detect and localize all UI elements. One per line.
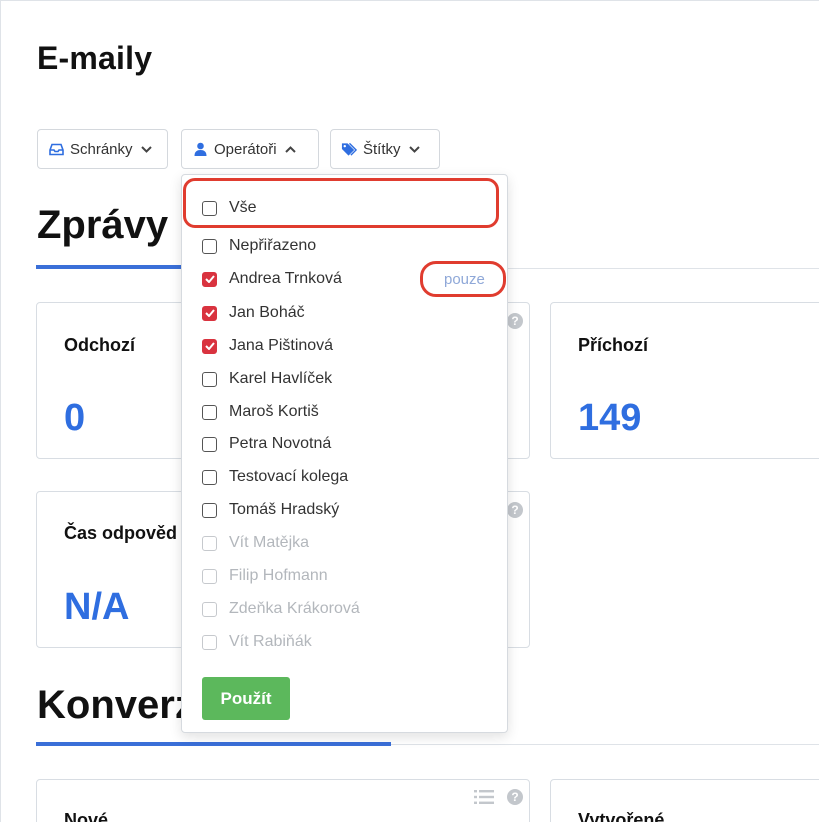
dropdown-item-label: Vít Rabiňák (229, 633, 312, 650)
card-label: Odchozí (64, 335, 135, 355)
chevron-down-icon (141, 143, 153, 155)
card-label: Vytvořené (578, 810, 665, 822)
operators-filter-button[interactable]: Operátoři (181, 129, 319, 169)
checkbox[interactable] (202, 238, 217, 254)
checkbox[interactable] (202, 469, 217, 485)
dropdown-item-disabled[interactable]: Vít Rabiňák (202, 630, 312, 654)
dropdown-item-label: Vít Matějka (229, 534, 310, 551)
section-divider (508, 268, 819, 269)
chevron-up-icon (285, 143, 297, 155)
card-new: Nové ? (36, 779, 530, 822)
dropdown-item-label: Vše (229, 199, 257, 216)
checkbox[interactable] (202, 305, 217, 321)
dropdown-item[interactable]: Jana Pištinová (202, 334, 333, 358)
checkbox[interactable] (202, 271, 217, 287)
dropdown-item-label: Zdeňka Krákorová (229, 600, 360, 617)
card-label: Nové (64, 810, 109, 822)
help-icon[interactable]: ? (507, 502, 523, 518)
checkbox[interactable] (202, 535, 217, 551)
dropdown-item-label: Karel Havlíček (229, 370, 333, 387)
dropdown-item-label: Jana Pištinová (229, 337, 334, 354)
only-this-link[interactable]: pouze (444, 271, 485, 288)
dropdown-item-disabled[interactable]: Vít Matějka (202, 531, 309, 555)
dropdown-item-label: Tomáš Hradský (229, 501, 340, 518)
dropdown-item-all[interactable]: Vše (202, 196, 257, 220)
card-label: Příchozí (578, 335, 649, 355)
tags-icon (341, 141, 357, 157)
dropdown-item-disabled[interactable]: Filip Hofmann (202, 564, 328, 588)
help-icon[interactable]: ? (507, 789, 523, 805)
card-created: Vytvořené (550, 779, 819, 822)
help-icon[interactable]: ? (507, 313, 523, 329)
dropdown-item-label: Testovací kolega (229, 468, 349, 485)
dropdown-item[interactable]: Petra Novotná (202, 432, 331, 456)
inboxes-filter-button[interactable]: Schránky (37, 129, 168, 169)
dropdown-item-label: Jan Boháč (229, 304, 305, 321)
card-label: Čas odpověd (64, 523, 178, 543)
card-value: N/A (64, 586, 130, 628)
dropdown-item[interactable]: Maroš Kortiš (202, 400, 319, 424)
apply-button[interactable]: Použít (202, 677, 290, 720)
dropdown-item-label: Filip Hofmann (229, 567, 328, 584)
dropdown-item[interactable]: Nepřiřazeno (202, 234, 316, 258)
page-title: E-maily (37, 40, 153, 76)
inboxes-filter-label: Schránky (70, 140, 133, 158)
checkbox[interactable] (202, 601, 217, 617)
checkbox[interactable] (202, 371, 217, 387)
checkbox[interactable] (202, 200, 217, 216)
checkbox[interactable] (202, 404, 217, 420)
dropdown-item[interactable]: Testovací kolega (202, 465, 348, 489)
card-incoming: Příchozí 149 (550, 302, 819, 459)
checkbox[interactable] (202, 568, 217, 584)
checkbox[interactable] (202, 338, 217, 354)
dropdown-item[interactable]: Karel Havlíček (202, 367, 332, 391)
operators-dropdown: Vše Nepřiřazeno Andrea Trnková pouze Jan… (181, 174, 508, 733)
dropdown-item-label: Petra Novotná (229, 435, 332, 452)
card-value: 149 (578, 397, 642, 439)
operators-filter-label: Operátoři (214, 140, 277, 158)
card-value: 0 (64, 397, 86, 439)
tags-filter-label: Štítky (363, 140, 401, 158)
checkbox[interactable] (202, 634, 217, 650)
section-title-conversations: Konverz (37, 683, 195, 727)
dropdown-item-label: Maroš Kortiš (229, 403, 319, 420)
section-underline (36, 742, 391, 746)
dropdown-item[interactable]: Jan Boháč (202, 301, 305, 325)
dropdown-item[interactable]: Tomáš Hradský (202, 498, 339, 522)
user-icon (192, 141, 208, 157)
chevron-down-icon (409, 143, 421, 155)
dropdown-item[interactable]: Andrea Trnková (202, 267, 342, 291)
dropdown-item-label: Nepřiřazeno (229, 237, 317, 254)
list-icon[interactable] (474, 790, 494, 804)
dropdown-item-label: Andrea Trnková (229, 270, 342, 287)
section-divider (391, 744, 819, 745)
inbox-icon (48, 141, 64, 157)
tags-filter-button[interactable]: Štítky (330, 129, 440, 169)
checkbox[interactable] (202, 436, 217, 452)
section-title-messages: Zprávy (37, 203, 169, 247)
dropdown-item-disabled[interactable]: Zdeňka Krákorová (202, 597, 360, 621)
section-underline (36, 265, 182, 269)
checkbox[interactable] (202, 502, 217, 518)
